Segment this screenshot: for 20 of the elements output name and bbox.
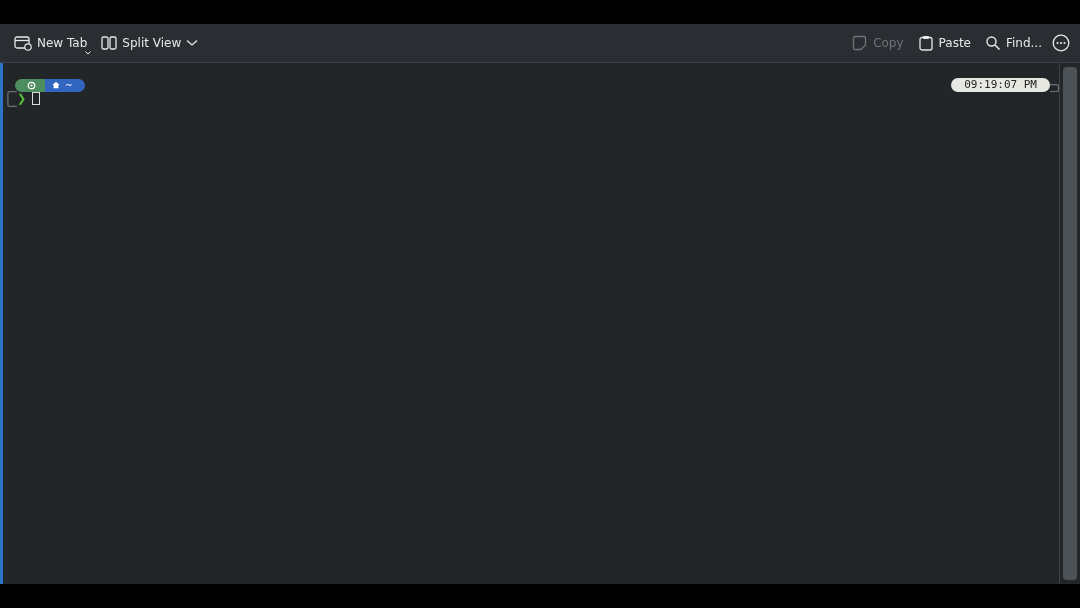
toolbar-button[interactable]: Paste: [911, 31, 977, 55]
home-icon: [52, 81, 60, 89]
search-icon: [984, 35, 1001, 51]
split-view-icon: [101, 35, 118, 51]
more-icon: [1052, 34, 1070, 52]
toolbar-button[interactable]: New Tab: [8, 31, 94, 55]
copy-icon: [852, 35, 869, 51]
path-text: ~: [65, 80, 73, 90]
time-segment: 09:19:07 PM: [951, 78, 1050, 92]
toolbar-button[interactable]: Find...: [978, 31, 1048, 55]
prompt-symbol: ❯: [17, 92, 27, 105]
caret-icon: [85, 51, 92, 55]
text-cursor: [32, 92, 41, 105]
prompt-bracket-drawing: [7, 91, 17, 107]
new-tab-icon: [14, 35, 32, 51]
toolbar-button[interactable]: Split View: [95, 31, 205, 55]
clipboard-icon: [917, 35, 934, 51]
prompt-bracket-drawing: [1050, 84, 1059, 92]
chevron-down-icon: [186, 39, 199, 47]
logo-icon: [27, 80, 36, 90]
